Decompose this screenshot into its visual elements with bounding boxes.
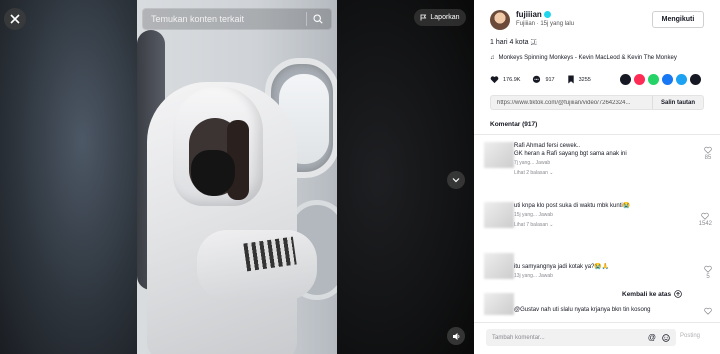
send-icon[interactable] [634,74,645,85]
author-block[interactable]: fujiiian Fujiiian · 15j yang lalu [490,10,574,30]
whatsapp-icon[interactable] [648,74,659,85]
following-button[interactable]: Mengikuti [652,11,704,28]
face-mask [191,150,235,196]
engagement-stats: 176.9K 917 3255 [490,75,603,84]
divider [474,134,720,135]
next-video-button[interactable] [447,171,465,189]
video-caption: 1 hari 4 kota 🇯 [490,39,537,46]
music-link[interactable]: ♫ Monkeys Spinning Monkeys - Kevin MacLe… [490,55,677,61]
close-icon [10,14,20,24]
close-button[interactable] [4,8,26,30]
comment-count: 917 [545,76,555,83]
commenter-avatar[interactable] [484,253,514,279]
author-avatar[interactable] [490,10,510,30]
arrow-up-circle-icon [674,290,682,298]
heart-outline-icon [704,307,712,315]
heart-outline-icon [701,212,710,220]
comment-input-placeholder: Tambah komentar... [492,334,545,341]
mention-icon[interactable]: @ [648,333,656,342]
commenter-avatar[interactable] [484,293,514,315]
twitter-icon[interactable] [676,74,687,85]
comment-like[interactable]: 1542 [699,212,712,227]
search-placeholder: Temukan konten terkait [151,14,245,24]
link-box: https://www.tiktok.com/@fujiiian/video/7… [490,95,704,110]
video-url: https://www.tiktok.com/@fujiiian/video/7… [497,99,631,106]
back-to-top-label: Kembali ke atas [622,290,672,298]
post-comment-button[interactable]: Posting [680,333,700,339]
music-title: Monkeys Spinning Monkeys - Kevin MacLeod… [498,55,677,61]
commenter-avatar[interactable] [484,202,514,228]
author-meta: Fujiiian · 15j yang lalu [516,21,575,27]
flag-icon [420,14,427,21]
comment-like[interactable] [704,307,712,315]
comment-input[interactable]: Tambah komentar... @ [486,329,676,346]
report-label: Laporkan [430,14,460,21]
heart-outline-icon [704,146,712,154]
music-note-icon: ♫ [490,55,495,61]
video-frame[interactable] [137,0,337,354]
comment-like-count: 5 [706,274,710,280]
search-divider [306,12,307,26]
heart-icon [490,76,499,84]
comment-meta[interactable]: 13j yang... Jawab [514,273,684,279]
comment-like[interactable]: 85 [704,146,712,161]
speaker-icon [452,332,459,340]
comment-input-bar: Tambah komentar... @ Posting [474,322,720,354]
volume-button[interactable] [447,327,465,345]
view-replies-link[interactable]: Lihat 7 balasan ⌄ [514,222,684,228]
like-count: 176.9K [503,76,521,83]
author-name[interactable]: fujiiian [516,10,542,19]
comment-like-count: 85 [704,155,712,161]
view-replies-link[interactable]: Lihat 2 balasan ⌄ [514,170,684,176]
report-button[interactable]: Laporkan [414,9,466,26]
like-stat[interactable]: 176.9K [490,75,520,84]
share-buttons [620,74,701,85]
embed-icon[interactable] [620,74,631,85]
emoji-icon[interactable] [662,333,670,342]
chevron-down-icon [452,178,460,183]
facebook-icon[interactable] [662,74,673,85]
search-icon[interactable] [313,14,323,24]
comment-text: uti knpa klo post suka di waktu mbk kunt… [514,203,631,209]
video-stage: Temukan konten terkait Laporkan [0,0,474,354]
copy-link-button[interactable]: Salin tautan [651,96,703,109]
comment-text: Rafi Ahmad fersi cewek.. GK heran a Rafi… [514,143,627,157]
save-count: 3255 [578,76,591,83]
comment-icon [533,75,541,83]
verified-icon [543,11,551,18]
comment-meta[interactable]: 15j yang... Jawab [514,212,684,218]
comment-stat[interactable]: 917 [532,75,555,84]
comment-like[interactable]: 5 [704,265,712,280]
comment-text: @Gustav nah uti slalu nyata krjanya bkn … [514,307,651,313]
share-icon[interactable] [690,74,701,85]
blurred-backdrop-left [0,0,137,354]
comment-meta[interactable]: 7j yang... Jawab [514,160,684,166]
comment-like-count: 1542 [698,221,712,227]
commenter-avatar[interactable] [484,142,514,168]
bookmark-icon [567,75,574,84]
heart-outline-icon [704,265,712,273]
save-stat[interactable]: 3255 [567,75,591,84]
comment-text: itu samyangnya jadi kotak ya?😭🙏 [514,264,610,270]
back-to-top-button[interactable]: Kembali ke atas [622,290,683,298]
details-panel: fujiiian Fujiiian · 15j yang lalu Mengik… [474,0,720,354]
comments-header: Komentar (917) [490,121,538,128]
related-search-input[interactable]: Temukan konten terkait [142,8,332,30]
